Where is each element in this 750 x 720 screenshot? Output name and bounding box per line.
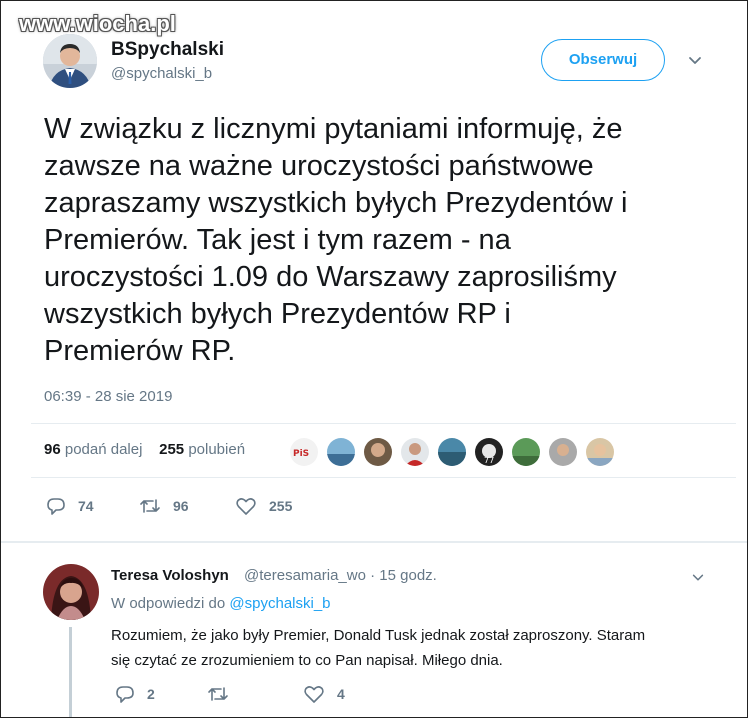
reply-icon	[116, 686, 134, 703]
reply-icon	[47, 498, 65, 515]
liker-avatar[interactable]: 77	[474, 437, 504, 467]
reply-like-count: 4	[337, 686, 345, 702]
reply-to-line: W odpowiedzi do @spychalski_b	[111, 595, 331, 612]
liker-avatar[interactable]	[548, 437, 578, 467]
liker-avatar[interactable]: PiS	[289, 437, 319, 467]
author-avatar[interactable]	[43, 34, 97, 88]
liker-avatar[interactable]	[437, 437, 467, 467]
chevron-down-icon[interactable]	[687, 53, 703, 69]
tweet-text: W związku z licznymi pytaniami informuję…	[44, 113, 628, 367]
retweet-action[interactable]: 96	[139, 496, 189, 516]
reply-reply-count: 2	[147, 686, 155, 702]
liker-avatars: PiS 77	[289, 437, 622, 467]
tweet-screenshot: www.wiocha.pl BSpychalski @spychalski_b …	[0, 0, 748, 718]
retweet-icon	[208, 687, 228, 701]
divider	[31, 477, 736, 478]
svg-text:77: 77	[484, 456, 494, 465]
retweet-stat-count[interactable]: 96	[44, 441, 61, 458]
reply-like-action[interactable]: 4	[303, 684, 345, 704]
reply-retweet-action[interactable]	[207, 684, 241, 704]
tweet-timestamp[interactable]: 06:39 - 28 sie 2019	[44, 388, 172, 405]
reply-author-handle[interactable]: @teresamaria_wo	[244, 567, 366, 584]
engagement-stats: 96 podań dalej 255 polubień	[44, 441, 245, 458]
reply-meta: @teresamaria_wo · 15 godz.	[244, 567, 437, 584]
reply-to-prefix: W odpowiedzi do	[111, 595, 226, 612]
divider	[1, 541, 747, 543]
reply-to-handle-link[interactable]: @spychalski_b	[229, 595, 330, 612]
liker-avatar[interactable]	[400, 437, 430, 467]
reply-action[interactable]: 74	[46, 496, 94, 516]
like-count: 255	[269, 498, 293, 514]
liker-avatar[interactable]	[363, 437, 393, 467]
retweet-stat-label[interactable]: podań dalej	[65, 441, 143, 458]
author-handle[interactable]: @spychalski_b	[111, 65, 212, 82]
heart-icon	[236, 498, 256, 515]
heart-icon	[304, 686, 324, 703]
like-stat-count[interactable]: 255	[159, 441, 184, 458]
like-action[interactable]: 255	[235, 496, 292, 516]
reply-text: Rozumiem, że jako były Premier, Donald T…	[111, 627, 646, 669]
like-stat-label[interactable]: polubień	[188, 441, 245, 458]
author-photo-icon	[43, 34, 97, 88]
retweet-count: 96	[173, 498, 189, 514]
reply-time[interactable]: 15 godz.	[379, 567, 437, 584]
retweet-icon	[140, 499, 160, 513]
site-watermark: www.wiocha.pl	[19, 11, 176, 36]
svg-text:PiS: PiS	[293, 449, 309, 459]
divider	[31, 423, 736, 424]
liker-avatar[interactable]	[326, 437, 356, 467]
reply-count: 74	[78, 498, 94, 514]
reply-author-avatar[interactable]	[43, 564, 99, 620]
reply-meta-separator: ·	[370, 567, 376, 584]
liker-avatar[interactable]	[511, 437, 541, 467]
follow-button[interactable]: Obserwuj	[541, 39, 665, 81]
reply-author-photo-icon	[43, 564, 99, 620]
liker-avatar[interactable]	[585, 437, 615, 467]
thread-line	[69, 627, 72, 717]
reply-author-name[interactable]: Teresa Voloshyn	[111, 567, 229, 584]
author-name[interactable]: BSpychalski	[111, 39, 224, 61]
reply-chevron-down-icon[interactable]	[691, 571, 705, 585]
reply-reply-action[interactable]: 2	[115, 684, 155, 704]
